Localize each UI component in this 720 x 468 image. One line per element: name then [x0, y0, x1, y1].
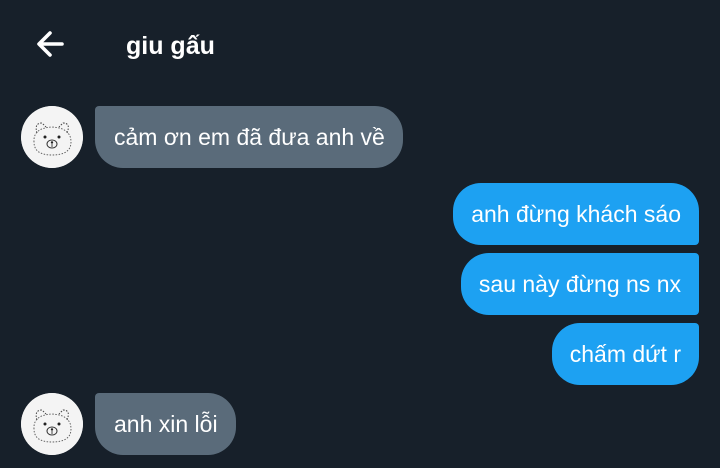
contact-avatar[interactable]: [21, 393, 83, 455]
message-text: sau này đừng ns nx: [478, 271, 681, 297]
message-bubble-outgoing[interactable]: sau này đừng ns nx: [460, 253, 699, 315]
message-bubble-incoming[interactable]: cảm ơn em đã đưa anh về: [95, 106, 403, 168]
conversation-title[interactable]: giu gấu: [126, 30, 215, 62]
message-bubble-outgoing[interactable]: chấm dứt r: [551, 323, 699, 385]
back-button[interactable]: [28, 26, 72, 66]
message-text: chấm dứt r: [569, 341, 681, 367]
message-text: cảm ơn em đã đưa anh về: [114, 124, 385, 150]
contact-avatar[interactable]: [21, 106, 83, 168]
message-bubble-outgoing[interactable]: anh đừng khách sáo: [453, 183, 699, 245]
arrow-left-icon: [33, 27, 67, 66]
message-bubble-incoming[interactable]: anh xin lỗi: [95, 393, 236, 455]
bear-face-icon: [21, 106, 83, 168]
chat-header: giu gấu: [0, 0, 720, 92]
message-text: anh xin lỗi: [114, 411, 218, 437]
message-text: anh đừng khách sáo: [471, 201, 681, 227]
bear-face-icon: [21, 393, 83, 455]
